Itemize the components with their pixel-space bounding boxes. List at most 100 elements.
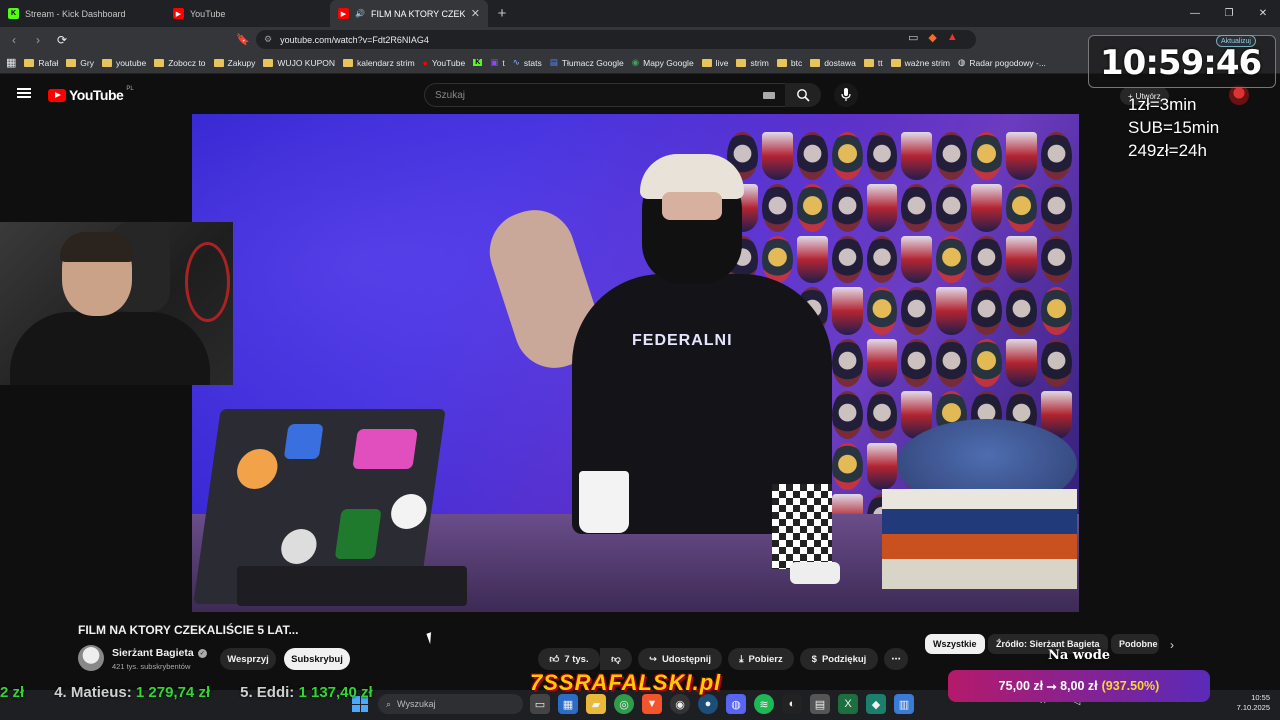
warning-icon[interactable]: ▲ — [947, 31, 958, 44]
tab-current-video[interactable]: ▶ 🔊 FILM NA KTORY CZEKALIŚCIE ✕ — [330, 0, 488, 27]
tab-label: Stream - Kick Dashboard — [25, 8, 126, 19]
shield-icon[interactable]: ◆ — [928, 31, 936, 44]
voice-search-button[interactable] — [834, 83, 858, 107]
widgets-icon[interactable]: ▦ — [558, 694, 578, 714]
site-info-icon[interactable]: ⚙ — [264, 34, 272, 45]
keyboard-icon[interactable] — [763, 92, 775, 99]
app-icon[interactable]: ◐ — [782, 694, 802, 714]
taskbar-apps: ▭ ▦ ▰ ◎ ▼ ◉ ● ◍ ≋ ◐ ▤ X ◆ ▥ — [530, 694, 914, 714]
folder-icon — [863, 58, 874, 67]
more-actions-button[interactable]: ⋯ — [884, 648, 908, 670]
bookmark-label: Zakupy — [227, 57, 256, 68]
subathon-timer: 10:59:46 — [1100, 43, 1262, 83]
discord-icon[interactable]: ◍ — [726, 694, 746, 714]
bookmark-folder-rafal[interactable]: Rafał — [24, 58, 58, 68]
bookmark-folder-wujo[interactable]: WUJO KUPON — [263, 58, 335, 68]
bookmark-maps[interactable]: ◉ Mapy Google — [632, 57, 694, 68]
notepad-icon[interactable]: ▥ — [894, 694, 914, 714]
search-icon — [797, 89, 810, 102]
browser-update-button[interactable]: Aktualizuj — [1216, 35, 1256, 47]
bookmark-folder-strim[interactable]: strim — [736, 58, 769, 68]
support-button[interactable]: Wesprzyj — [220, 648, 276, 670]
like-button[interactable]: 👍︎ 7 tys. — [538, 648, 600, 670]
folder-icon — [213, 58, 224, 67]
system-clock[interactable]: 10:55 7.10.2025 — [1230, 693, 1270, 713]
back-icon[interactable]: ‹ — [4, 33, 24, 47]
subscribe-button[interactable]: Subskrybuj — [284, 648, 350, 670]
bookmark-twitch[interactable]: ▣ t — [490, 57, 504, 68]
youtube-logo[interactable]: YouTube PL — [48, 86, 134, 103]
chip-related[interactable]: Podobne — [1111, 634, 1159, 654]
search-placeholder: Szukaj — [435, 89, 466, 101]
app-icon[interactable]: ◆ — [866, 694, 886, 714]
obs-icon[interactable]: ◉ — [670, 694, 690, 714]
folder-icon — [776, 58, 787, 67]
forward-icon[interactable]: › — [28, 33, 48, 47]
globe-icon: ◍ — [957, 57, 966, 67]
youtube-icon: ▶ — [338, 8, 349, 19]
close-tab-icon[interactable]: ✕ — [471, 7, 480, 20]
bookmark-folder-live[interactable]: live — [701, 58, 728, 68]
restore-icon[interactable]: ❐ — [1212, 0, 1246, 27]
bookmark-translate[interactable]: ▤ Tłumacz Google — [550, 57, 624, 68]
bookmark-folder-dostawa[interactable]: dostawa — [810, 58, 856, 68]
bookmark-radar[interactable]: ◍ Radar pogodowy -... — [958, 57, 1046, 68]
chevron-right-icon[interactable]: › — [1170, 638, 1174, 652]
search-input[interactable]: Szukaj — [424, 83, 786, 107]
thanks-button[interactable]: $ Podziękuj — [800, 648, 878, 670]
folder-icon — [890, 58, 901, 67]
chrome-icon[interactable]: ◎ — [614, 694, 634, 714]
tab-youtube[interactable]: ▶ YouTube — [165, 0, 330, 27]
bookmark-folder-zobocz[interactable]: Zobocz to — [154, 58, 206, 68]
minimize-icon[interactable]: — — [1178, 0, 1212, 27]
chip-all[interactable]: Wszystkie — [925, 634, 985, 654]
excel-icon[interactable]: X — [838, 694, 858, 714]
account-avatar[interactable] — [1229, 85, 1249, 105]
brave-icon[interactable]: ▼ — [642, 694, 662, 714]
search-button[interactable] — [785, 83, 821, 107]
close-window-icon[interactable]: ✕ — [1246, 0, 1280, 27]
task-view-icon[interactable]: ▭ — [530, 694, 550, 714]
bookmark-folder-btc[interactable]: btc — [776, 58, 802, 68]
menu-icon[interactable] — [17, 88, 31, 98]
bookmark-stats[interactable]: ∿ stats — [513, 57, 542, 68]
translate-icon: ▤ — [549, 57, 558, 67]
cast-icon[interactable]: ▭ — [908, 31, 918, 44]
channel-name[interactable]: Sierżant Bagieta ✓ — [112, 647, 207, 659]
file-explorer-icon[interactable]: ▰ — [586, 694, 606, 714]
apps-icon[interactable]: ▦ — [6, 56, 16, 69]
reload-icon[interactable]: ⟳ — [52, 33, 72, 47]
donation-ticker: 2 zł 4. Matieus: 1 279,74 zł 5. Eddi: 1 … — [0, 684, 373, 701]
subscribe-label: Subskrybuj — [291, 653, 343, 665]
address-bar[interactable]: ⚙ youtube.com/watch?v=Fdt2R6NIAG4 — [256, 30, 976, 49]
dislike-button[interactable]: 👎︎ — [600, 648, 632, 670]
video-player[interactable]: FEDERALNI — [192, 114, 1079, 612]
spotify-icon[interactable]: ≋ — [754, 694, 774, 714]
share-button[interactable]: ↪ Udostępnij — [638, 648, 722, 670]
new-tab-button[interactable]: + — [490, 0, 514, 27]
rate-line: 1zł=3min — [1128, 95, 1197, 114]
system-time: 10:55 — [1251, 693, 1270, 702]
bookmark-folder-zakupy[interactable]: Zakupy — [213, 57, 256, 68]
bookmark-youtube[interactable]: ● YouTube — [423, 58, 466, 68]
bookmark-folder-kalendarz[interactable]: kalendarz strim — [343, 58, 415, 68]
bookmark-kick[interactable]: K — [473, 59, 483, 66]
taskbar-search[interactable]: ⌕ Wyszukaj — [378, 694, 523, 714]
bookmark-folder-youtube[interactable]: youtube — [101, 58, 146, 68]
sticker — [388, 494, 429, 529]
bookmark-folder-wazne[interactable]: ważne strim — [890, 58, 950, 68]
bookmark-icon[interactable]: 🔖 — [236, 33, 250, 46]
bookmark-folder-tt[interactable]: tt — [863, 58, 883, 68]
tab-kick-dashboard[interactable]: K Stream - Kick Dashboard — [0, 0, 165, 27]
goal-title: Na wode — [1048, 648, 1111, 663]
download-button[interactable]: ⤓ Pobierz — [728, 648, 794, 670]
folder-icon — [810, 58, 821, 67]
bookmark-folder-gry[interactable]: Gry — [66, 58, 94, 68]
channel-avatar[interactable] — [78, 645, 104, 671]
calculator-icon[interactable]: ▤ — [810, 694, 830, 714]
region-code: PL — [126, 86, 134, 92]
tab-label: FILM NA KTORY CZEKALIŚCIE — [370, 8, 465, 19]
support-label: Wesprzyj — [227, 653, 269, 665]
rate-line: 249zł=24h — [1128, 141, 1207, 160]
steam-icon[interactable]: ● — [698, 694, 718, 714]
